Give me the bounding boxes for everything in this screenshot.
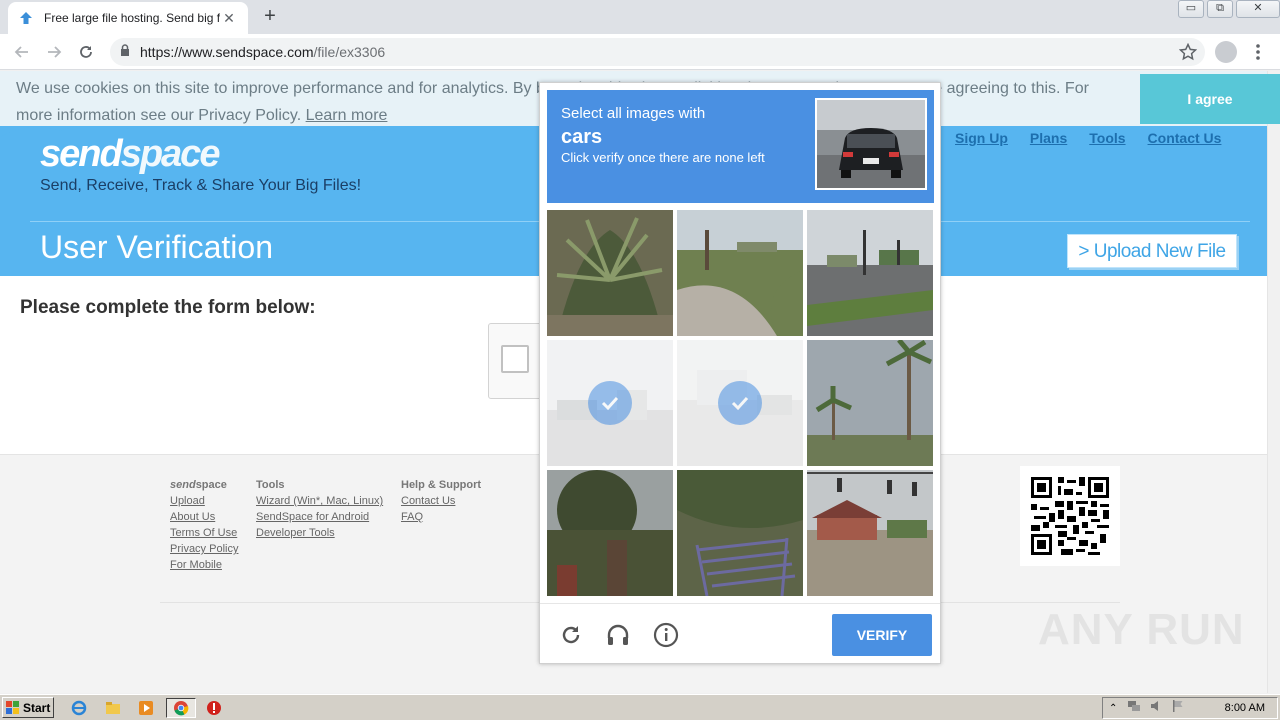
nav-plans[interactable]: Plans	[1030, 130, 1067, 146]
network-icon[interactable]	[1127, 699, 1141, 718]
top-nav: Sign Up Plans Tools Contact Us	[955, 130, 1221, 146]
browser-tab[interactable]: Free large file hosting. Send big files …	[8, 2, 248, 34]
more-menu-icon[interactable]	[1250, 42, 1266, 62]
url-path: /file/ex3306	[313, 44, 386, 60]
volume-icon[interactable]	[1149, 699, 1163, 718]
footer-col-heading: Help & Support	[401, 479, 482, 491]
taskbar: Start ⌃ 8:00 AM	[0, 694, 1280, 720]
captcha-tile-4[interactable]	[547, 340, 673, 466]
nav-tools[interactable]: Tools	[1089, 130, 1125, 146]
bookmark-star-icon[interactable]	[1178, 42, 1198, 66]
captcha-challenge: Select all images with cars Click verify…	[539, 82, 941, 664]
captcha-tile-6[interactable]	[807, 340, 933, 466]
close-window-button[interactable]: ✕	[1236, 0, 1280, 18]
captcha-footer: VERIFY	[540, 603, 940, 663]
window-controls: ▭ ⧉ ✕	[1175, 0, 1280, 20]
footer-link-wizard[interactable]: Wizard (Win*, Mac, Linux)	[256, 493, 383, 509]
footer-link-contact[interactable]: Contact Us	[401, 493, 481, 509]
selected-check-icon	[588, 381, 632, 425]
footer-link-android[interactable]: SendSpace for Android	[256, 509, 383, 525]
media-player-icon[interactable]	[135, 698, 157, 718]
windows-logo-icon	[6, 700, 19, 714]
url-host: https://www.sendspace.com	[140, 44, 314, 60]
sendspace-favicon-icon	[18, 10, 34, 26]
page-title: User Verification	[40, 229, 273, 265]
learn-more-link[interactable]: Learn more	[306, 107, 388, 124]
back-arrow-icon[interactable]	[10, 40, 34, 64]
footer-col-tools: Tools Wizard (Win*, Mac, Linux) SendSpac…	[256, 477, 383, 541]
qr-code-icon	[1020, 466, 1120, 566]
footer-col-sendspace: sendspace Upload About Us Terms Of Use P…	[170, 477, 238, 573]
internet-explorer-icon[interactable]	[68, 698, 90, 718]
captcha-tile-1[interactable]	[547, 210, 673, 336]
selected-check-icon	[718, 381, 762, 425]
profile-avatar-icon[interactable]	[1215, 41, 1237, 63]
tray-expand-icon[interactable]: ⌃	[1109, 703, 1117, 714]
tab-close-icon[interactable]: ✕	[220, 10, 238, 27]
browser-toolbar: https://www.sendspace.com/file/ex3306	[0, 34, 1280, 70]
chrome-taskbar-icon[interactable]	[166, 698, 196, 718]
address-bar[interactable]: https://www.sendspace.com/file/ex3306	[110, 38, 1205, 66]
footer-link-terms[interactable]: Terms Of Use	[170, 525, 238, 541]
file-explorer-icon[interactable]	[102, 698, 124, 718]
start-label: Start	[23, 700, 51, 715]
captcha-target: cars	[561, 126, 603, 148]
minimize-button[interactable]: ▭	[1178, 0, 1204, 18]
new-tab-button[interactable]: +	[258, 6, 282, 28]
captcha-tile-9[interactable]	[807, 470, 933, 596]
upload-new-file-button[interactable]: > Upload New File	[1067, 234, 1237, 268]
captcha-instruction: Select all images with	[561, 105, 706, 122]
system-tray: ⌃ 8:00 AM	[1102, 697, 1278, 719]
tab-title: Free large file hosting. Send big files	[44, 11, 220, 25]
captcha-tile-2[interactable]	[677, 210, 803, 336]
stop-icon[interactable]	[203, 698, 225, 718]
sendspace-logo[interactable]: sendspace	[40, 133, 220, 176]
footer-link-faq[interactable]: FAQ	[401, 509, 481, 525]
footer-col-help: Help & Support Contact Us FAQ	[401, 477, 481, 525]
captcha-tile-5[interactable]	[677, 340, 803, 466]
info-icon[interactable]	[652, 621, 680, 649]
footer-col-heading: sendspace	[170, 479, 227, 491]
recaptcha-checkbox[interactable]	[501, 345, 529, 373]
tagline: Send, Receive, Track & Share Your Big Fi…	[40, 177, 362, 194]
tab-strip: Free large file hosting. Send big files …	[0, 0, 1280, 34]
reload-challenge-icon[interactable]	[557, 621, 585, 649]
reload-icon[interactable]	[74, 40, 98, 64]
restore-button[interactable]: ⧉	[1207, 0, 1233, 18]
action-center-flag-icon[interactable]	[1171, 699, 1185, 718]
clock: 8:00 AM	[1224, 702, 1265, 714]
footer-link-privacy[interactable]: Privacy Policy	[170, 541, 238, 557]
start-button[interactable]: Start	[2, 697, 54, 718]
captcha-hint: Click verify once there are none left	[561, 150, 765, 165]
agree-button[interactable]: I agree	[1140, 74, 1280, 124]
sample-car-image	[815, 98, 927, 190]
captcha-grid	[547, 210, 934, 597]
forward-arrow-icon[interactable]	[42, 40, 66, 64]
nav-sign-up[interactable]: Sign Up	[955, 130, 1008, 146]
footer-link-developer[interactable]: Developer Tools	[256, 525, 383, 541]
captcha-header: Select all images with cars Click verify…	[547, 90, 934, 203]
verify-button[interactable]: VERIFY	[832, 614, 932, 656]
footer-col-heading: Tools	[256, 479, 285, 491]
form-heading: Please complete the form below:	[20, 297, 316, 318]
page-scrollbar[interactable]	[1267, 71, 1280, 693]
anyrun-watermark: ANY RUN	[1038, 605, 1245, 654]
footer-link-about[interactable]: About Us	[170, 509, 238, 525]
lock-icon	[120, 43, 130, 61]
captcha-tile-8[interactable]	[677, 470, 803, 596]
nav-contact-us[interactable]: Contact Us	[1148, 130, 1222, 146]
footer-link-upload[interactable]: Upload	[170, 493, 238, 509]
footer-link-mobile[interactable]: For Mobile	[170, 557, 238, 573]
captcha-tile-3[interactable]	[807, 210, 933, 336]
captcha-tile-7[interactable]	[547, 470, 673, 596]
audio-challenge-icon[interactable]	[604, 621, 632, 649]
